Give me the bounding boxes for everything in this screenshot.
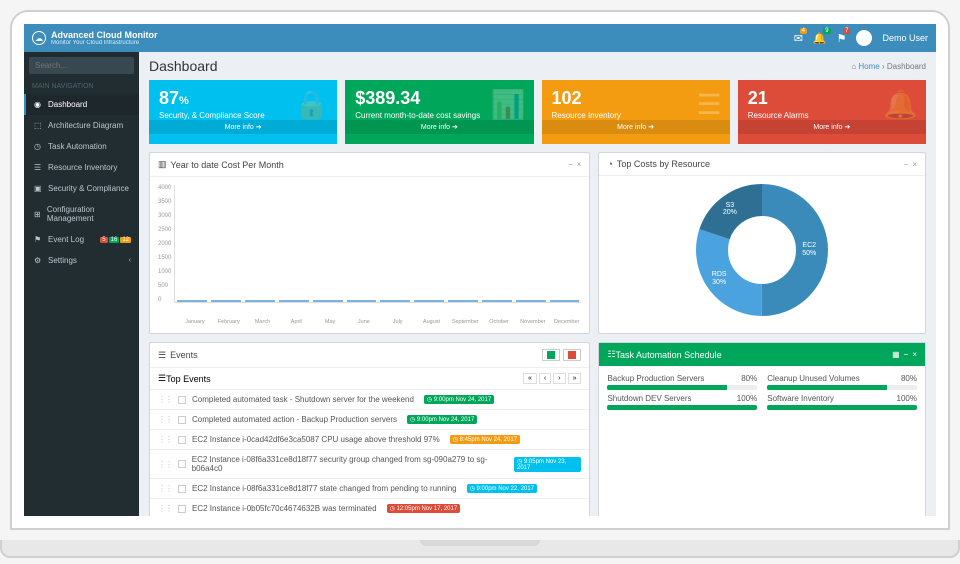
- calendar-icon: ☷: [607, 349, 615, 360]
- topbar: ☁ Advanced Cloud Monitor Monitor Your Cl…: [24, 24, 936, 52]
- checkbox[interactable]: [178, 505, 186, 513]
- chevron-left-icon: ‹: [129, 257, 131, 264]
- app-name: Advanced Cloud Monitor: [51, 31, 158, 40]
- nav-header: MAIN NAVIGATION: [24, 79, 139, 94]
- time-tag: ◷ 9:00pm Nov 24, 2017: [407, 415, 477, 424]
- event-row[interactable]: ⋮⋮EC2 Instance i-08f6a331ce8d18f77 state…: [150, 479, 589, 499]
- avatar[interactable]: [856, 30, 872, 46]
- user-name[interactable]: Demo User: [882, 33, 928, 43]
- panel-tasks: ☷ Task Automation Schedule ▦ − × Backup …: [598, 342, 926, 516]
- kpi-savings[interactable]: $389.34 Current month-to-date cost savin…: [345, 80, 533, 144]
- task-item: Shutdown DEV Servers100%: [607, 394, 757, 410]
- search-input[interactable]: [29, 57, 134, 74]
- event-row[interactable]: ⋮⋮Completed automated task - Shutdown se…: [150, 390, 589, 410]
- panel-events: ☰ Events ☰ Top Events « ‹ › » ⋮⋮Complete…: [149, 342, 590, 516]
- donut-title: Top Costs by Resource: [617, 159, 710, 169]
- close-icon[interactable]: ×: [577, 160, 582, 169]
- drag-icon[interactable]: ⋮⋮: [158, 484, 172, 493]
- dashboard-icon: ◉: [34, 100, 43, 109]
- checkbox[interactable]: [178, 416, 186, 424]
- list-icon: ☰: [158, 373, 166, 384]
- breadcrumb: ⌂ Home › Dashboard: [851, 62, 926, 71]
- flag-icon: ⚑: [34, 235, 43, 244]
- lock-icon: 🔒: [294, 88, 329, 121]
- kpi-security[interactable]: 87% Security, & Compliance Score 🔒 More …: [149, 80, 337, 144]
- pie-chart-icon: ◔: [607, 159, 612, 169]
- minimize-icon[interactable]: −: [904, 160, 909, 169]
- crumb-current: Dashboard: [887, 62, 926, 71]
- time-tag: ◷ 12:05pm Nov 17, 2017: [387, 504, 461, 513]
- sidebar-item-architecture[interactable]: ⬚Architecture Diagram: [24, 115, 139, 136]
- logo[interactable]: ☁ Advanced Cloud Monitor Monitor Your Cl…: [32, 31, 158, 46]
- filter-green-button[interactable]: [542, 349, 560, 361]
- shield-icon: ▣: [34, 184, 43, 193]
- event-row[interactable]: ⋮⋮EC2 Instance i-08f6a331ce8d18f77 secur…: [150, 450, 589, 479]
- gear-icon: ⚙: [34, 256, 43, 265]
- drag-icon[interactable]: ⋮⋮: [158, 415, 172, 424]
- sidebar-item-resource-inventory[interactable]: ☰Resource Inventory: [24, 157, 139, 178]
- main-content: Dashboard ⌂ Home › Dashboard 87% Securit…: [139, 52, 936, 516]
- notif-mail-icon[interactable]: ✉4: [794, 32, 803, 45]
- sidebar-item-config[interactable]: ⊞Configuration Management: [24, 199, 139, 229]
- pager-next[interactable]: ›: [553, 373, 565, 384]
- panel-top-costs: ◔ Top Costs by Resource −× EC250%RDS30%S…: [598, 152, 926, 334]
- cloud-icon: ☁: [32, 31, 46, 45]
- sidebar-item-dashboard[interactable]: ◉Dashboard: [24, 94, 139, 115]
- sidebar: MAIN NAVIGATION ◉Dashboard ⬚Architecture…: [24, 52, 139, 516]
- time-tag: ◷ 9:00pm Nov 24, 2017: [424, 395, 494, 404]
- list-icon: ☰: [34, 163, 43, 172]
- pager: « ‹ › »: [523, 373, 582, 384]
- crumb-home[interactable]: Home: [858, 62, 879, 71]
- sidebar-item-event-log[interactable]: ⚑Event Log51612: [24, 229, 139, 250]
- bell-icon: 🔔: [883, 88, 918, 121]
- time-tag: ◷ 8:45pm Nov 24, 2017: [450, 435, 520, 444]
- time-tag: ◷ 9:00pm Nov 22, 2017: [467, 484, 537, 493]
- event-row[interactable]: ⋮⋮EC2 Instance i-0cad42df6e3ca5087 CPU u…: [150, 430, 589, 450]
- minimize-icon[interactable]: −: [904, 350, 909, 359]
- list-icon: ☰: [697, 88, 722, 121]
- close-icon[interactable]: ×: [912, 350, 917, 359]
- checkbox[interactable]: [178, 436, 186, 444]
- drag-icon[interactable]: ⋮⋮: [158, 395, 172, 404]
- kpi-alarms[interactable]: 21 Resource Alarms 🔔 More info ➔: [738, 80, 926, 144]
- sidebar-item-task-automation[interactable]: ◷Task Automation: [24, 136, 139, 157]
- event-row[interactable]: ⋮⋮Completed automated action - Backup Pr…: [150, 410, 589, 430]
- task-item: Software Inventory100%: [767, 394, 917, 410]
- checkbox[interactable]: [178, 460, 186, 468]
- time-tag: ◷ 9:05pm Nov 23, 2017: [514, 457, 581, 472]
- drag-icon[interactable]: ⋮⋮: [158, 460, 172, 469]
- close-icon[interactable]: ×: [912, 160, 917, 169]
- list-icon: ☰: [158, 350, 166, 361]
- task-item: Backup Production Servers80%: [607, 374, 757, 390]
- pager-prev[interactable]: ‹: [539, 373, 551, 384]
- notif-bell-icon[interactable]: 🔔9: [813, 32, 827, 45]
- kpi-inventory[interactable]: 102 Resource Inventory ☰ More info ➔: [542, 80, 730, 144]
- sidebar-item-security[interactable]: ▣Security & Compliance: [24, 178, 139, 199]
- tree-icon: ⊞: [34, 210, 42, 219]
- checkbox[interactable]: [178, 396, 186, 404]
- clock-icon: ◷: [34, 142, 43, 151]
- chart-icon: 📊: [491, 88, 526, 121]
- chart-title: Year to date Cost Per Month: [171, 160, 284, 170]
- event-row[interactable]: ⋮⋮EC2 Instance i-0b05fc70c4674632B was t…: [150, 499, 589, 516]
- bar-chart-icon: ▥: [158, 159, 167, 170]
- notif-flag-icon[interactable]: ⚑7: [837, 32, 847, 45]
- filter-red-button[interactable]: [563, 349, 581, 361]
- page-title: Dashboard: [149, 58, 218, 74]
- drag-icon[interactable]: ⋮⋮: [158, 435, 172, 444]
- diagram-icon: ⬚: [34, 121, 43, 130]
- minimize-icon[interactable]: −: [568, 160, 573, 169]
- home-icon: ⌂: [851, 62, 856, 71]
- sidebar-item-settings[interactable]: ⚙Settings‹: [24, 250, 139, 271]
- checkbox[interactable]: [178, 485, 186, 493]
- panel-cost-chart: ▥ Year to date Cost Per Month −× 4000350…: [149, 152, 590, 334]
- pager-last[interactable]: »: [568, 373, 582, 384]
- pager-first[interactable]: «: [523, 373, 537, 384]
- app-tagline: Monitor Your Cloud Infrastructure: [51, 40, 158, 46]
- grid-icon[interactable]: ▦: [892, 350, 900, 359]
- drag-icon[interactable]: ⋮⋮: [158, 504, 172, 513]
- task-item: Cleanup Unused Volumes80%: [767, 374, 917, 390]
